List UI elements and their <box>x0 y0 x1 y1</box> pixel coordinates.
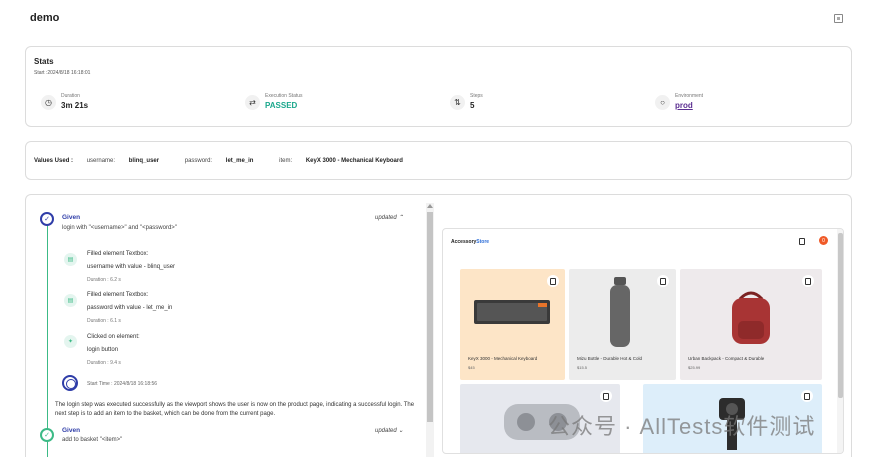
step-expand-toggle[interactable]: updated ⌄ <box>375 427 403 434</box>
product-card: Mizu Bottle - Durable Hot & Cold $15.5 <box>569 269 676 380</box>
value-key: item: <box>279 158 293 164</box>
values-row: Values Used : username: blinq_user passw… <box>34 158 427 164</box>
value-text: KeyX 3000 - Mechanical Keyboard <box>305 158 403 164</box>
layout-toggle-icon[interactable] <box>834 14 843 23</box>
substep-detail: password with value - let_me_in <box>87 305 173 311</box>
screenshot-scrollbar[interactable] <box>837 229 843 453</box>
value-username: username: blinq_user <box>87 158 171 164</box>
ai-summary-ring-icon <box>62 375 78 391</box>
shop-logo-text: Accessory <box>451 239 477 245</box>
shop-bag-icon <box>799 238 805 245</box>
value-key: password: <box>184 158 213 164</box>
screenshot-scroll-thumb[interactable] <box>838 233 843 398</box>
step-text: add to basket "<item>" <box>62 437 123 443</box>
step-start-time: Start Time : 2024/8/18 16:18:56 <box>87 381 158 387</box>
stats-title: Stats <box>34 57 54 66</box>
backpack-image <box>732 291 770 344</box>
step-keyword: Given <box>62 214 81 221</box>
substep-action: Filled element Textbox: <box>87 251 149 257</box>
values-used-card: Values Used : username: blinq_user passw… <box>25 141 852 180</box>
stat-label: Environment <box>675 93 704 99</box>
stat-value: PASSED <box>265 101 298 110</box>
value-password: password: let_me_in <box>185 158 266 164</box>
shop-logo: AccessoryStore <box>451 239 489 245</box>
stats-card: Stats Start :2024/8/18 16:18:01 ◷ Durati… <box>25 46 852 127</box>
product-card: KeyX 3000 - Mechanical Keyboard $45 <box>460 269 565 380</box>
stat-label: Duration <box>61 93 80 99</box>
substep-duration: Duration : 6.2 s <box>87 277 121 283</box>
stats-start-time: Start :2024/8/18 16:18:01 <box>34 70 91 76</box>
step-text: login with "<username>" and "<password>" <box>62 225 177 231</box>
bottle-image <box>610 277 630 347</box>
stat-label: Steps <box>470 93 483 99</box>
environment-link[interactable]: prod <box>675 101 693 110</box>
substep-duration: Duration : 9.4 s <box>87 360 121 366</box>
watermark: 公众号 · AllTests软件测试 <box>548 414 816 439</box>
scroll-thumb[interactable] <box>427 212 433 422</box>
timeline-line <box>47 215 48 457</box>
value-key: username: <box>86 158 116 164</box>
steps-scrollbar[interactable] <box>426 203 434 457</box>
value-text: blinq_user <box>128 158 160 164</box>
values-used-label: Values Used : <box>34 158 74 164</box>
value-item: item: KeyX 3000 - Mechanical Keyboard <box>279 158 415 164</box>
stat-value: 3m 21s <box>61 101 89 110</box>
click-icon: ✦ <box>64 335 77 348</box>
textbox-icon: ▤ <box>64 253 77 266</box>
product-name: Mizu Bottle - Durable Hot & Cold <box>577 356 643 361</box>
step-keyword: Given <box>62 427 81 434</box>
product-price: $15.5 <box>577 365 588 370</box>
step-collapse-toggle[interactable]: updated ⌃ <box>375 214 403 221</box>
step-passed-check-icon: ✓ <box>40 428 54 442</box>
substep-action: Clicked on element: <box>87 334 140 340</box>
substep-detail: login button <box>87 347 119 353</box>
product-name: Urban Backpack - Compact & Durable <box>688 356 765 361</box>
page-title: demo <box>30 12 60 24</box>
keyboard-image <box>474 300 550 324</box>
product-name: KeyX 3000 - Mechanical Keyboard <box>468 356 538 361</box>
status-arrows-icon: ⇄ <box>245 95 260 110</box>
globe-icon: ○ <box>655 95 670 110</box>
textbox-icon: ▤ <box>64 294 77 307</box>
substep-duration: Duration : 6.1 s <box>87 318 121 324</box>
shop-cart-badge: 0 <box>819 236 828 245</box>
steps-icon: ⇅ <box>450 95 465 110</box>
report-page: demo Stats Start :2024/8/18 16:18:01 ◷ D… <box>0 0 869 457</box>
stat-label: Execution Status <box>265 93 303 99</box>
step-description: The login step was executed successfully… <box>55 402 415 417</box>
stat-value: 5 <box>470 101 475 110</box>
clock-icon: ◷ <box>41 95 56 110</box>
substep-detail: username with value - blinq_user <box>87 264 176 270</box>
product-price: $25.99 <box>688 365 701 370</box>
product-price: $45 <box>468 365 475 370</box>
step-passed-check-icon: ✓ <box>40 212 54 226</box>
substep-action: Filled element Textbox: <box>87 292 149 298</box>
value-text: let_me_in <box>225 158 254 164</box>
product-card: Urban Backpack - Compact & Durable $25.9… <box>680 269 822 380</box>
shop-logo-accent: Store <box>476 239 490 245</box>
scroll-up-arrow-icon[interactable] <box>427 204 433 208</box>
